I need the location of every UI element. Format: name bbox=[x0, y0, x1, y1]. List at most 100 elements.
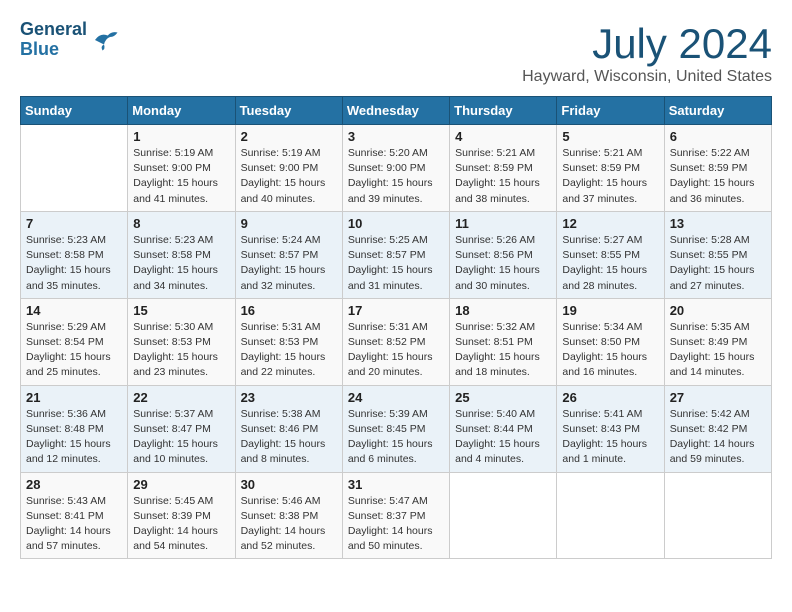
day-info: Sunrise: 5:26 AMSunset: 8:56 PMDaylight:… bbox=[455, 233, 551, 294]
day-info: Sunrise: 5:47 AMSunset: 8:37 PMDaylight:… bbox=[348, 494, 444, 555]
calendar-cell: 12 Sunrise: 5:27 AMSunset: 8:55 PMDayligh… bbox=[557, 211, 664, 298]
month-year-title: July 2024 bbox=[522, 20, 772, 68]
calendar-cell: 30Sunrise: 5:46 AMSunset: 8:38 PMDayligh… bbox=[235, 472, 342, 559]
calendar-cell: 7 Sunrise: 5:23 AMSunset: 8:58 PMDaylight… bbox=[21, 211, 128, 298]
calendar-week-row: 7 Sunrise: 5:23 AMSunset: 8:58 PMDaylight… bbox=[21, 211, 772, 298]
calendar-week-row: 14 Sunrise: 5:29 AMSunset: 8:54 PMDayligh… bbox=[21, 298, 772, 385]
calendar-cell: 26 Sunrise: 5:41 AMSunset: 8:43 PMDayligh… bbox=[557, 385, 664, 472]
logo-text: General Blue bbox=[20, 20, 87, 60]
day-number: 25 bbox=[455, 390, 551, 405]
calendar-cell: 24Sunrise: 5:39 AMSunset: 8:45 PMDayligh… bbox=[342, 385, 449, 472]
day-number: 14 bbox=[26, 303, 122, 318]
weekday-header-row: SundayMondayTuesdayWednesdayThursdayFrid… bbox=[21, 97, 772, 125]
calendar-cell: 27Sunrise: 5:42 AMSunset: 8:42 PMDayligh… bbox=[664, 385, 771, 472]
day-number: 5 bbox=[562, 129, 658, 144]
logo: General Blue bbox=[20, 20, 119, 60]
weekday-header-friday: Friday bbox=[557, 97, 664, 125]
day-info: Sunrise: 5:22 AMSunset: 8:59 PMDaylight:… bbox=[670, 146, 766, 207]
day-number: 13 bbox=[670, 216, 766, 231]
calendar-cell: 16 Sunrise: 5:31 AMSunset: 8:53 PMDayligh… bbox=[235, 298, 342, 385]
day-info: Sunrise: 5:38 AMSunset: 8:46 PMDaylight:… bbox=[241, 407, 337, 468]
calendar-cell: 20Sunrise: 5:35 AMSunset: 8:49 PMDayligh… bbox=[664, 298, 771, 385]
day-number: 21 bbox=[26, 390, 122, 405]
day-number: 23 bbox=[241, 390, 337, 405]
day-info: Sunrise: 5:19 AMSunset: 9:00 PMDaylight:… bbox=[133, 146, 229, 207]
calendar-cell: 9Sunrise: 5:24 AMSunset: 8:57 PMDaylight… bbox=[235, 211, 342, 298]
calendar-cell: 10Sunrise: 5:25 AMSunset: 8:57 PMDayligh… bbox=[342, 211, 449, 298]
day-info: Sunrise: 5:20 AMSunset: 9:00 PMDaylight:… bbox=[348, 146, 444, 207]
calendar-week-row: 21 Sunrise: 5:36 AMSunset: 8:48 PMDayligh… bbox=[21, 385, 772, 472]
calendar-cell bbox=[557, 472, 664, 559]
day-info: Sunrise: 5:19 AMSunset: 9:00 PMDaylight:… bbox=[241, 146, 337, 207]
day-info: Sunrise: 5:45 AMSunset: 8:39 PMDaylight:… bbox=[133, 494, 229, 555]
day-number: 30 bbox=[241, 477, 337, 492]
day-number: 29 bbox=[133, 477, 229, 492]
title-block: July 2024 Hayward, Wisconsin, United Sta… bbox=[522, 20, 772, 86]
day-number: 12 bbox=[562, 216, 658, 231]
day-info: Sunrise: 5:30 AMSunset: 8:53 PMDaylight:… bbox=[133, 320, 229, 381]
day-info: Sunrise: 5:23 AMSunset: 8:58 PMDaylight:… bbox=[26, 233, 122, 294]
day-number: 20 bbox=[670, 303, 766, 318]
day-info: Sunrise: 5:36 AMSunset: 8:48 PMDaylight:… bbox=[26, 407, 122, 468]
calendar-cell: 8 Sunrise: 5:23 AMSunset: 8:58 PMDaylight… bbox=[128, 211, 235, 298]
calendar-cell: 17 Sunrise: 5:31 AMSunset: 8:52 PMDayligh… bbox=[342, 298, 449, 385]
day-info: Sunrise: 5:25 AMSunset: 8:57 PMDaylight:… bbox=[348, 233, 444, 294]
calendar-cell: 29 Sunrise: 5:45 AMSunset: 8:39 PMDayligh… bbox=[128, 472, 235, 559]
day-number: 8 bbox=[133, 216, 229, 231]
day-info: Sunrise: 5:21 AMSunset: 8:59 PMDaylight:… bbox=[455, 146, 551, 207]
day-number: 22 bbox=[133, 390, 229, 405]
day-number: 15 bbox=[133, 303, 229, 318]
calendar-cell bbox=[664, 472, 771, 559]
calendar-cell: 3 Sunrise: 5:20 AMSunset: 9:00 PMDaylight… bbox=[342, 125, 449, 212]
day-number: 7 bbox=[26, 216, 122, 231]
day-number: 2 bbox=[241, 129, 337, 144]
day-info: Sunrise: 5:43 AMSunset: 8:41 PMDaylight:… bbox=[26, 494, 122, 555]
day-info: Sunrise: 5:41 AMSunset: 8:43 PMDaylight:… bbox=[562, 407, 658, 468]
day-number: 26 bbox=[562, 390, 658, 405]
calendar-week-row: 1Sunrise: 5:19 AMSunset: 9:00 PMDaylight… bbox=[21, 125, 772, 212]
calendar-cell bbox=[21, 125, 128, 212]
weekday-header-monday: Monday bbox=[128, 97, 235, 125]
calendar-cell: 15 Sunrise: 5:30 AMSunset: 8:53 PMDayligh… bbox=[128, 298, 235, 385]
calendar-cell: 18Sunrise: 5:32 AMSunset: 8:51 PMDayligh… bbox=[450, 298, 557, 385]
day-info: Sunrise: 5:27 AMSunset: 8:55 PMDaylight:… bbox=[562, 233, 658, 294]
weekday-header-wednesday: Wednesday bbox=[342, 97, 449, 125]
calendar-cell: 6Sunrise: 5:22 AMSunset: 8:59 PMDaylight… bbox=[664, 125, 771, 212]
day-info: Sunrise: 5:34 AMSunset: 8:50 PMDaylight:… bbox=[562, 320, 658, 381]
day-info: Sunrise: 5:21 AMSunset: 8:59 PMDaylight:… bbox=[562, 146, 658, 207]
calendar-cell: 4Sunrise: 5:21 AMSunset: 8:59 PMDaylight… bbox=[450, 125, 557, 212]
day-info: Sunrise: 5:39 AMSunset: 8:45 PMDaylight:… bbox=[348, 407, 444, 468]
calendar-cell: 19 Sunrise: 5:34 AMSunset: 8:50 PMDayligh… bbox=[557, 298, 664, 385]
weekday-header-tuesday: Tuesday bbox=[235, 97, 342, 125]
calendar-cell bbox=[450, 472, 557, 559]
day-info: Sunrise: 5:37 AMSunset: 8:47 PMDaylight:… bbox=[133, 407, 229, 468]
day-info: Sunrise: 5:42 AMSunset: 8:42 PMDaylight:… bbox=[670, 407, 766, 468]
day-number: 11 bbox=[455, 216, 551, 231]
day-info: Sunrise: 5:31 AMSunset: 8:53 PMDaylight:… bbox=[241, 320, 337, 381]
day-info: Sunrise: 5:23 AMSunset: 8:58 PMDaylight:… bbox=[133, 233, 229, 294]
calendar-cell: 23 Sunrise: 5:38 AMSunset: 8:46 PMDayligh… bbox=[235, 385, 342, 472]
day-info: Sunrise: 5:32 AMSunset: 8:51 PMDaylight:… bbox=[455, 320, 551, 381]
day-number: 28 bbox=[26, 477, 122, 492]
day-info: Sunrise: 5:31 AMSunset: 8:52 PMDaylight:… bbox=[348, 320, 444, 381]
weekday-header-thursday: Thursday bbox=[450, 97, 557, 125]
day-info: Sunrise: 5:28 AMSunset: 8:55 PMDaylight:… bbox=[670, 233, 766, 294]
logo-bird-icon bbox=[89, 25, 119, 55]
calendar-cell: 13 Sunrise: 5:28 AMSunset: 8:55 PMDayligh… bbox=[664, 211, 771, 298]
day-number: 17 bbox=[348, 303, 444, 318]
calendar-cell: 14 Sunrise: 5:29 AMSunset: 8:54 PMDayligh… bbox=[21, 298, 128, 385]
calendar-table: SundayMondayTuesdayWednesdayThursdayFrid… bbox=[20, 96, 772, 559]
calendar-cell: 28 Sunrise: 5:43 AMSunset: 8:41 PMDayligh… bbox=[21, 472, 128, 559]
day-number: 31 bbox=[348, 477, 444, 492]
calendar-week-row: 28 Sunrise: 5:43 AMSunset: 8:41 PMDayligh… bbox=[21, 472, 772, 559]
day-number: 9 bbox=[241, 216, 337, 231]
day-number: 3 bbox=[348, 129, 444, 144]
day-number: 16 bbox=[241, 303, 337, 318]
weekday-header-saturday: Saturday bbox=[664, 97, 771, 125]
calendar-cell: 2 Sunrise: 5:19 AMSunset: 9:00 PMDaylight… bbox=[235, 125, 342, 212]
calendar-cell: 31 Sunrise: 5:47 AMSunset: 8:37 PMDayligh… bbox=[342, 472, 449, 559]
day-info: Sunrise: 5:29 AMSunset: 8:54 PMDaylight:… bbox=[26, 320, 122, 381]
weekday-header-sunday: Sunday bbox=[21, 97, 128, 125]
day-number: 19 bbox=[562, 303, 658, 318]
day-info: Sunrise: 5:40 AMSunset: 8:44 PMDaylight:… bbox=[455, 407, 551, 468]
